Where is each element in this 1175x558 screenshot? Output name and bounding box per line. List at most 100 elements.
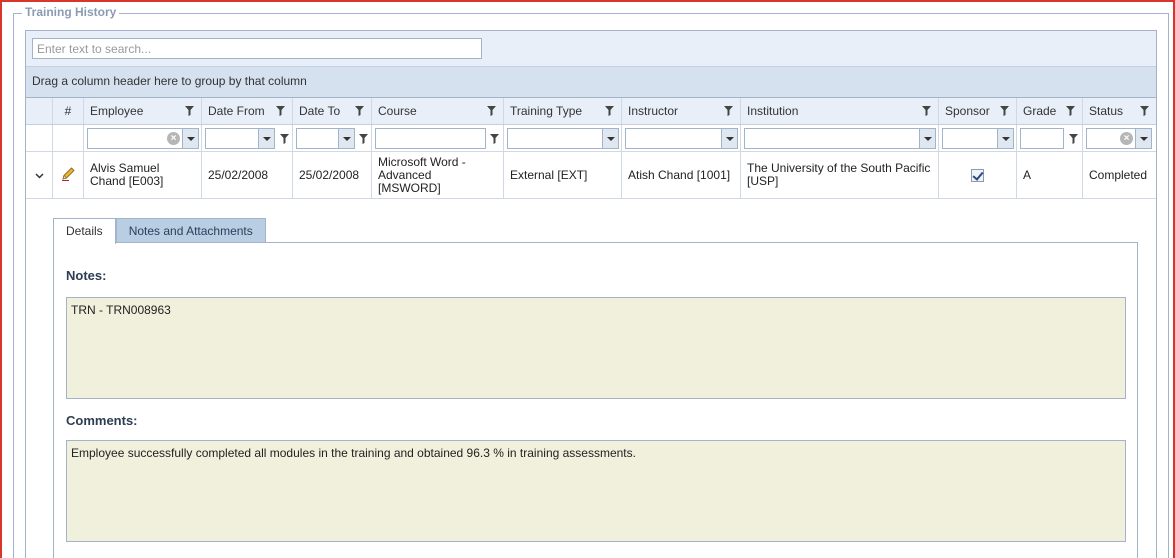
filter-icon[interactable] bbox=[922, 106, 931, 116]
filter-icon[interactable] bbox=[487, 106, 496, 116]
filter-icon[interactable] bbox=[724, 106, 733, 116]
filter-icon[interactable] bbox=[280, 133, 289, 144]
date-to-filter-combo[interactable] bbox=[296, 128, 355, 149]
cell-instructor: Atish Chand [1001] bbox=[622, 152, 741, 198]
column-header-label: Instructor bbox=[628, 104, 679, 118]
search-panel bbox=[26, 31, 1156, 67]
status-filter-combo[interactable]: × bbox=[1086, 128, 1152, 149]
cell-grade: A bbox=[1017, 152, 1083, 198]
edit-pencil-icon[interactable] bbox=[60, 166, 76, 185]
filter-icon[interactable] bbox=[1000, 106, 1009, 116]
column-header-label: Status bbox=[1089, 104, 1124, 118]
detail-panel: Details Notes and Attachments Notes: TRN… bbox=[26, 200, 1156, 558]
column-header-grade[interactable]: Grade bbox=[1017, 98, 1083, 124]
column-header-employee[interactable]: Employee bbox=[84, 98, 202, 124]
column-header-date-to[interactable]: Date To bbox=[293, 98, 372, 124]
column-header-label: Grade bbox=[1023, 104, 1057, 118]
column-header-training-type[interactable]: Training Type bbox=[504, 98, 622, 124]
dropdown-arrow-icon[interactable] bbox=[338, 129, 354, 148]
course-filter-input[interactable] bbox=[375, 128, 486, 149]
filter-cell-status: × bbox=[1083, 125, 1156, 151]
tab-details[interactable]: Details bbox=[53, 218, 116, 244]
expand-column-header bbox=[26, 98, 53, 124]
comments-label: Comments: bbox=[66, 413, 138, 428]
column-header-label: Employee bbox=[90, 104, 144, 118]
cell-status: Completed bbox=[1089, 167, 1148, 182]
notes-label: Notes: bbox=[66, 268, 107, 283]
dropdown-arrow-icon[interactable] bbox=[721, 129, 737, 148]
filter-icon[interactable] bbox=[1140, 106, 1149, 116]
filter-cell-employee: × bbox=[84, 125, 202, 151]
dropdown-arrow-icon[interactable] bbox=[258, 129, 274, 148]
filter-icon[interactable] bbox=[490, 133, 499, 144]
date-from-filter-combo[interactable] bbox=[205, 128, 275, 149]
grade-filter-input[interactable] bbox=[1020, 128, 1064, 149]
group-by-panel[interactable]: Drag a column header here to group by th… bbox=[26, 67, 1156, 98]
filter-cell-number bbox=[53, 125, 84, 151]
filter-icon[interactable] bbox=[185, 106, 194, 116]
comments-field[interactable]: Employee successfully completed all modu… bbox=[66, 440, 1126, 542]
chevron-down-icon[interactable] bbox=[34, 169, 44, 182]
column-header-label: Institution bbox=[747, 104, 799, 118]
column-header-label: Training Type bbox=[510, 104, 583, 118]
filter-cell-training-type bbox=[504, 125, 622, 151]
institution-filter-combo[interactable] bbox=[744, 128, 936, 149]
dropdown-arrow-icon[interactable] bbox=[182, 129, 198, 148]
table-row[interactable]: Alvis Samuel Chand [E003] 25/02/2008 25/… bbox=[26, 152, 1156, 199]
column-header-date-from[interactable]: Date From bbox=[202, 98, 293, 124]
filter-icon[interactable] bbox=[355, 106, 364, 116]
clear-icon[interactable]: × bbox=[1120, 132, 1133, 145]
cell-sponsor bbox=[939, 152, 1017, 198]
detail-tabs: Details Notes and Attachments bbox=[53, 218, 266, 244]
filter-cell-instructor bbox=[622, 125, 741, 151]
column-header-label: Sponsor bbox=[945, 104, 990, 118]
filter-icon[interactable] bbox=[605, 106, 614, 116]
filter-cell-sponsor bbox=[939, 125, 1017, 151]
dropdown-arrow-icon[interactable] bbox=[602, 129, 618, 148]
column-header-instructor[interactable]: Instructor bbox=[622, 98, 741, 124]
employee-filter-combo[interactable]: × bbox=[87, 128, 199, 149]
training-type-filter-combo[interactable] bbox=[507, 128, 619, 149]
cell-course: Microsoft Word - Advanced [MSWORD] bbox=[372, 152, 504, 198]
filter-cell-expand bbox=[26, 125, 53, 151]
filter-icon[interactable] bbox=[1066, 106, 1075, 116]
filter-icon[interactable] bbox=[359, 133, 368, 144]
fieldset-legend: Training History bbox=[22, 5, 120, 19]
expand-toggle[interactable] bbox=[26, 152, 53, 198]
filter-cell-grade bbox=[1017, 125, 1083, 151]
search-input[interactable] bbox=[32, 38, 482, 59]
cell-training-type: External [EXT] bbox=[504, 152, 622, 198]
column-header-sponsor[interactable]: Sponsor bbox=[939, 98, 1017, 124]
tab-notes-and-attachments[interactable]: Notes and Attachments bbox=[115, 218, 266, 243]
sponsor-checkbox[interactable] bbox=[971, 168, 984, 182]
cell-date-from: 25/02/2008 bbox=[202, 152, 293, 198]
filter-icon[interactable] bbox=[1069, 133, 1078, 144]
column-header-institution[interactable]: Institution bbox=[741, 98, 939, 124]
filter-row: × × bbox=[26, 125, 1156, 152]
filter-cell-institution bbox=[741, 125, 939, 151]
notes-field[interactable]: TRN - TRN008963 bbox=[66, 297, 1126, 399]
column-header-label: # bbox=[64, 104, 72, 118]
cell-date-to: 25/02/2008 bbox=[293, 152, 372, 198]
filter-icon[interactable] bbox=[276, 106, 285, 116]
cell-institution: The University of the South Pacific [USP… bbox=[741, 152, 939, 198]
training-grid: Drag a column header here to group by th… bbox=[25, 30, 1157, 558]
dropdown-arrow-icon[interactable] bbox=[997, 129, 1013, 148]
dropdown-arrow-icon[interactable] bbox=[919, 129, 935, 148]
column-header-number[interactable]: # bbox=[53, 98, 84, 124]
column-header-label: Date To bbox=[299, 104, 341, 118]
clear-icon[interactable]: × bbox=[167, 132, 180, 145]
instructor-filter-combo[interactable] bbox=[625, 128, 738, 149]
filter-cell-date-to bbox=[293, 125, 372, 151]
column-header-row: # Employee Date From Date To Course Trai… bbox=[26, 98, 1156, 125]
sponsor-filter-combo[interactable] bbox=[942, 128, 1014, 149]
column-header-status[interactable]: Status bbox=[1083, 98, 1156, 124]
edit-cell[interactable] bbox=[53, 152, 84, 198]
dropdown-arrow-icon[interactable] bbox=[1135, 129, 1151, 148]
cell-employee: Alvis Samuel Chand [E003] bbox=[84, 152, 202, 198]
column-header-course[interactable]: Course bbox=[372, 98, 504, 124]
details-tab-panel: Notes: TRN - TRN008963 Comments: Employe… bbox=[53, 242, 1138, 558]
column-header-label: Date From bbox=[208, 104, 265, 118]
filter-cell-date-from bbox=[202, 125, 293, 151]
column-header-label: Course bbox=[378, 104, 417, 118]
